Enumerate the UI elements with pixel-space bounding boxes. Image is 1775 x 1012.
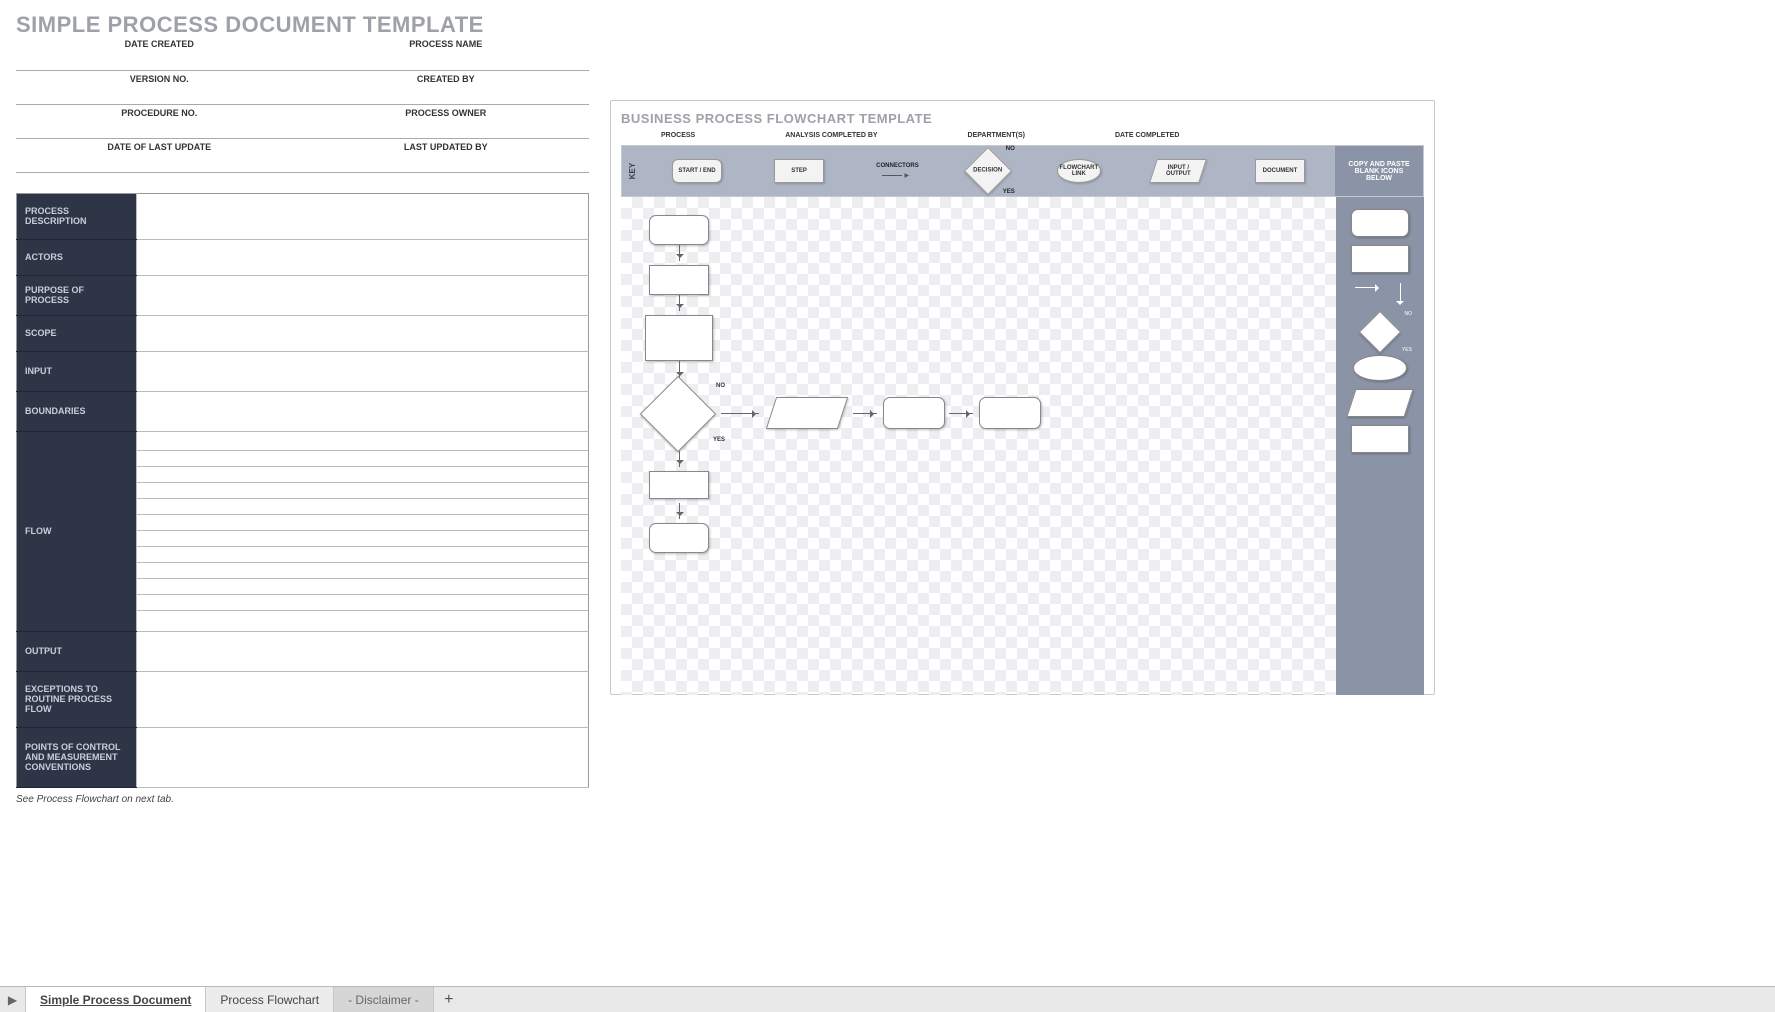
decision-yes-label: YES <box>1003 189 1015 196</box>
label-input: INPUT <box>17 351 137 391</box>
field-exceptions[interactable] <box>137 671 589 727</box>
label-date-last-update: DATE OF LAST UPDATE <box>16 138 303 172</box>
tab-disclaimer[interactable]: - Disclaimer - <box>334 987 434 1012</box>
label-created-by: CREATED BY <box>303 70 590 104</box>
label-output: OUTPUT <box>17 631 137 671</box>
field-scope[interactable] <box>137 315 589 351</box>
decision-icon: DECISION <box>964 147 1012 195</box>
flow-meta-process: PROCESS <box>661 132 695 139</box>
palette-step[interactable] <box>1351 245 1409 273</box>
flowchart-title: BUSINESS PROCESS FLOWCHART TEMPLATE <box>621 111 1424 126</box>
legend-flowchart-link: FLOWCHART LINK <box>1057 159 1101 183</box>
parallelogram-icon: INPUT / OUTPUT <box>1149 159 1207 183</box>
canvas-terminator-1[interactable] <box>649 215 709 245</box>
palette-decision[interactable] <box>1359 311 1401 353</box>
canvas-decision-no: NO <box>716 383 725 389</box>
flow-meta-dept: DEPARTMENT(S) <box>968 132 1025 139</box>
palette-link[interactable] <box>1353 355 1407 381</box>
legend-decision: NO DECISION YES <box>971 154 1005 188</box>
canvas-step-1[interactable] <box>649 265 709 295</box>
canvas-area: NO YES NO YES <box>621 197 1424 695</box>
label-points: POINTS OF CONTROL AND MEASUREMENT CONVEN… <box>17 727 137 787</box>
label-process-owner: PROCESS OWNER <box>303 104 590 138</box>
canvas-arrow-h2 <box>853 413 877 414</box>
palette-decision-no: NO <box>1405 311 1413 317</box>
palette-parallelogram[interactable] <box>1346 389 1413 417</box>
legend-input-output: INPUT / OUTPUT <box>1153 159 1203 183</box>
tab-simple-process-document[interactable]: Simple Process Document <box>26 987 206 1012</box>
flowchart-meta: PROCESS ANALYSIS COMPLETED BY DEPARTMENT… <box>621 132 1424 139</box>
palette-terminator[interactable] <box>1351 209 1409 237</box>
canvas-arrow-5 <box>679 503 680 519</box>
field-flow[interactable] <box>137 431 589 631</box>
canvas-arrow-2 <box>679 295 680 311</box>
flowchart-canvas[interactable]: NO YES <box>621 197 1336 695</box>
label-purpose: PURPOSE OF PROCESS <box>17 275 137 315</box>
field-points[interactable] <box>137 727 589 787</box>
legend-step: STEP <box>774 159 824 183</box>
tab-arrow-icon[interactable]: ▶ <box>0 987 26 1012</box>
field-output[interactable] <box>137 631 589 671</box>
label-scope: SCOPE <box>17 315 137 351</box>
field-boundaries[interactable] <box>137 391 589 431</box>
canvas-arrow-h1 <box>721 413 759 414</box>
label-process-description: PROCESS DESCRIPTION <box>17 193 137 239</box>
flowchart-panel: BUSINESS PROCESS FLOWCHART TEMPLATE PROC… <box>610 100 1435 695</box>
label-procedure-no: PROCEDURE NO. <box>16 104 303 138</box>
palette-decision-yes: YES <box>1402 347 1412 353</box>
field-input[interactable] <box>137 351 589 391</box>
body-table: PROCESS DESCRIPTION ACTORS PURPOSE OF PR… <box>16 193 589 788</box>
terminator-icon: START / END <box>672 159 722 183</box>
flow-meta-analysis: ANALYSIS COMPLETED BY <box>785 132 877 139</box>
copy-paste-header: COPY AND PASTE BLANK ICONS BELOW <box>1335 146 1423 196</box>
legend-document: DOCUMENT <box>1255 159 1305 183</box>
step-icon: STEP <box>774 159 824 183</box>
tab-process-flowchart[interactable]: Process Flowchart <box>206 987 334 1012</box>
arrow-icon <box>882 172 912 179</box>
palette-decision-wrap: NO YES <box>1350 317 1410 347</box>
label-boundaries: BOUNDARIES <box>17 391 137 431</box>
canvas-terminator-2[interactable] <box>883 397 945 429</box>
legend-terminator: START / END <box>672 159 722 183</box>
field-process-description[interactable] <box>137 193 589 239</box>
flowchart-link-icon: FLOWCHART LINK <box>1057 159 1101 183</box>
key-label: KEY <box>607 161 657 181</box>
decision-no-label: NO <box>1006 146 1015 153</box>
label-version-no: VERSION NO. <box>16 70 303 104</box>
icon-palette: NO YES <box>1336 197 1424 695</box>
tab-add-button[interactable]: + <box>434 987 464 1012</box>
canvas-terminator-3[interactable] <box>979 397 1041 429</box>
canvas-decision-yes: YES <box>713 437 725 443</box>
canvas-step-2[interactable] <box>645 315 713 361</box>
canvas-arrow-4 <box>679 451 680 467</box>
key-legend: KEY START / END STEP CONNECTORS NO DECIS… <box>621 145 1424 197</box>
palette-connectors[interactable] <box>1351 281 1409 309</box>
canvas-document-1[interactable] <box>649 471 709 499</box>
footnote: See Process Flowchart on next tab. <box>16 788 589 805</box>
palette-document[interactable] <box>1351 425 1409 453</box>
sheet-tabs: ▶ Simple Process Document Process Flowch… <box>0 986 1775 1012</box>
label-last-updated-by: LAST UPDATED BY <box>303 138 590 172</box>
label-actors: ACTORS <box>17 239 137 275</box>
canvas-terminator-4[interactable] <box>649 523 709 553</box>
flow-meta-date: DATE COMPLETED <box>1115 132 1179 139</box>
canvas-arrow-1 <box>679 245 680 261</box>
legend-connectors: CONNECTORS <box>876 163 919 179</box>
label-flow: FLOW <box>17 431 137 631</box>
label-process-name: PROCESS NAME <box>303 36 590 70</box>
meta-table: DATE CREATED PROCESS NAME VERSION NO. CR… <box>16 36 589 173</box>
canvas-decision-1[interactable] <box>640 376 716 452</box>
document-icon: DOCUMENT <box>1255 159 1305 183</box>
canvas-arrow-h3 <box>949 413 973 414</box>
canvas-parallelogram-1[interactable] <box>766 397 848 429</box>
label-date-created: DATE CREATED <box>16 36 303 70</box>
connectors-label: CONNECTORS <box>876 163 919 170</box>
field-actors[interactable] <box>137 239 589 275</box>
label-exceptions: EXCEPTIONS TO ROUTINE PROCESS FLOW <box>17 671 137 727</box>
process-document-form: DATE CREATED PROCESS NAME VERSION NO. CR… <box>16 36 589 805</box>
field-purpose[interactable] <box>137 275 589 315</box>
